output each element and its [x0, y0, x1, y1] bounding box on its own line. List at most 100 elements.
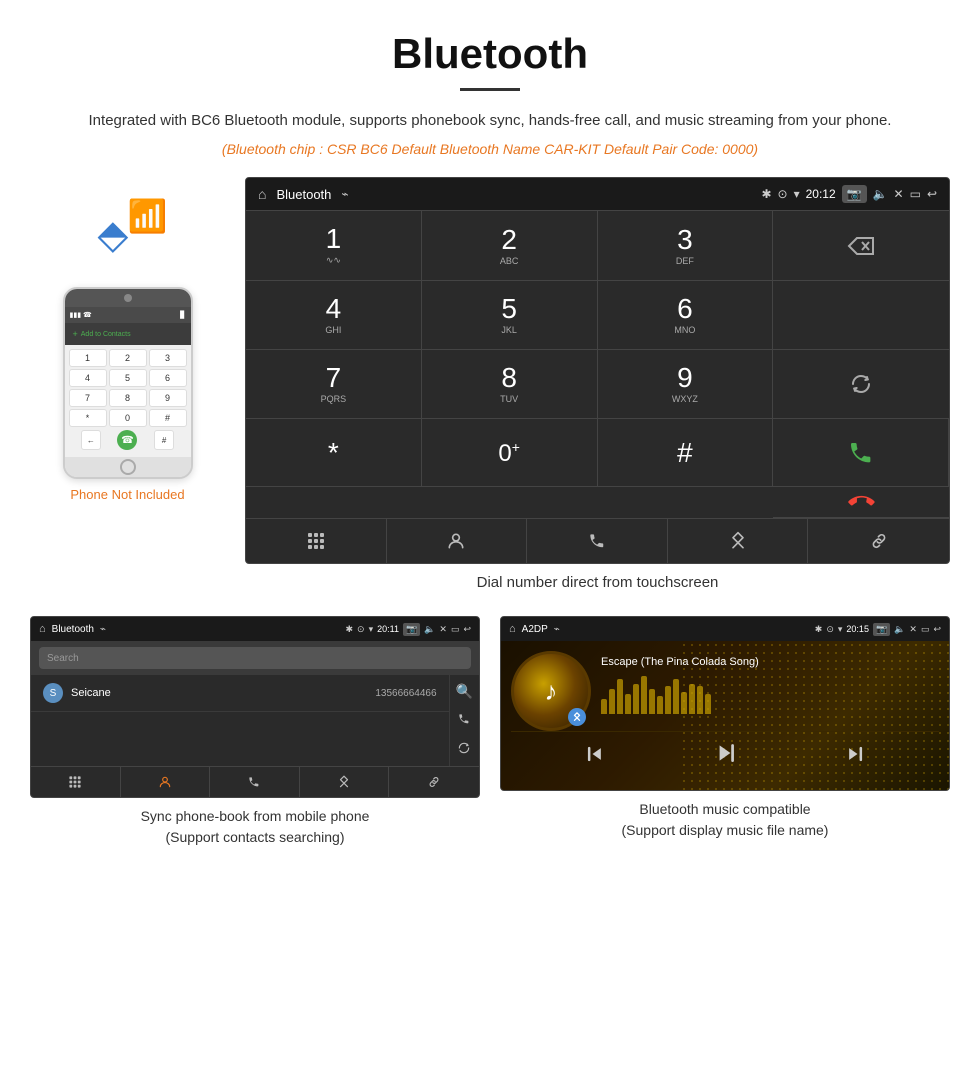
phonebook-search-bar[interactable]: Search	[39, 647, 471, 669]
dial-key-backspace[interactable]	[773, 211, 949, 281]
phone-key-hash[interactable]: #	[149, 409, 187, 427]
home-icon[interactable]: ⌂	[258, 186, 266, 202]
dial-key-8[interactable]: 8 TUV	[422, 350, 598, 419]
ms-back-icon[interactable]: ↩	[933, 624, 941, 635]
pb-toolbar-keypad[interactable]	[31, 767, 121, 797]
phone-key-4[interactable]: 4	[69, 369, 107, 387]
phone-key-star[interactable]: *	[69, 409, 107, 427]
dial-call-red-button[interactable]	[773, 487, 949, 518]
phone-key-5[interactable]: 5	[109, 369, 147, 387]
toolbar-bluetooth-button[interactable]	[668, 519, 809, 563]
volume-status-icon[interactable]: 🔈	[873, 187, 888, 201]
dial-key-0[interactable]: 0+	[422, 419, 598, 487]
music-content: ♪ Escape (The Pina Colada Song)	[501, 641, 949, 790]
pb-x-icon[interactable]: ✕	[439, 624, 447, 635]
pb-cam-icon[interactable]: 📷	[403, 623, 420, 636]
ms-x-icon[interactable]: ✕	[909, 624, 917, 635]
dial-caption: Dial number direct from touchscreen	[245, 574, 950, 591]
music-screen-wrap: ⌂ A2DP ⌁ ✱ ⊙ ▾ 20:15 📷 🔈 ✕ ▭ ↩	[500, 616, 950, 848]
music-top-row: ♪ Escape (The Pina Colada Song)	[511, 651, 939, 731]
dial-keypad: 1 ∿∿ 2 ABC 3 DEF	[246, 210, 949, 518]
toolbar-keypad-button[interactable]	[246, 519, 387, 563]
ms-vol-icon[interactable]: 🔈	[894, 624, 905, 635]
pb-home-icon[interactable]: ⌂	[39, 623, 46, 635]
phone-not-included-label: Phone Not Included	[70, 487, 184, 502]
phone-key-3[interactable]: 3	[149, 349, 187, 367]
pb-back-icon[interactable]: ↩	[463, 624, 471, 635]
toolbar-phone-button[interactable]	[527, 519, 668, 563]
toolbar-link-button[interactable]	[808, 519, 949, 563]
music-prev-button[interactable]	[585, 744, 605, 769]
eq-bar	[625, 694, 631, 714]
page-header: Bluetooth Integrated with BC6 Bluetooth …	[0, 0, 980, 167]
eq-bar	[705, 694, 711, 714]
eq-bar	[697, 686, 703, 714]
dial-key-1[interactable]: 1 ∿∿	[246, 211, 422, 281]
ms-home-icon[interactable]: ⌂	[509, 623, 516, 635]
dial-key-hash[interactable]: #	[598, 419, 774, 487]
pb-win-icon[interactable]: ▭	[451, 624, 460, 635]
phone-call-button[interactable]: ☎	[117, 430, 137, 450]
dial-call-green-button[interactable]	[773, 419, 949, 487]
status-time: 20:12	[806, 187, 836, 201]
dial-key-9[interactable]: 9 WXYZ	[598, 350, 774, 419]
eq-bar	[665, 686, 671, 714]
contact-name: Seicane	[71, 687, 375, 699]
dial-key-refresh[interactable]	[773, 350, 949, 419]
eq-bar	[681, 692, 687, 714]
camera-status-icon[interactable]: 📷	[842, 185, 867, 203]
phone-top-bar	[65, 289, 191, 307]
dial-key-2[interactable]: 2 ABC	[422, 211, 598, 281]
pb-vol-icon[interactable]: 🔈	[424, 624, 435, 635]
dial-key-3[interactable]: 3 DEF	[598, 211, 774, 281]
music-next-button[interactable]	[845, 744, 865, 769]
phone-home-button[interactable]	[120, 459, 136, 475]
dial-key-5[interactable]: 5 JKL	[422, 281, 598, 350]
pb-toolbar-link[interactable]	[389, 767, 479, 797]
toolbar-contacts-button[interactable]	[387, 519, 528, 563]
pb-search-icon[interactable]: 🔍	[456, 683, 473, 700]
phone-hash-button[interactable]: #	[154, 430, 174, 450]
pb-toolbar-phone[interactable]	[210, 767, 300, 797]
ms-cam-icon[interactable]: 📷	[873, 623, 890, 636]
pb-toolbar-user[interactable]	[121, 767, 211, 797]
dial-key-empty-1	[773, 281, 949, 350]
pb-refresh-icon[interactable]	[457, 741, 471, 758]
phone-status-bar: ▮▮▮ ☎ ▊	[65, 307, 191, 323]
music-caption: Bluetooth music compatible(Support displ…	[622, 799, 829, 841]
phone-key-7[interactable]: 7	[69, 389, 107, 407]
ms-loc-icon: ⊙	[826, 624, 834, 635]
phone-key-9[interactable]: 9	[149, 389, 187, 407]
phone-key-2[interactable]: 2	[109, 349, 147, 367]
dial-key-6[interactable]: 6 MNO	[598, 281, 774, 350]
dial-key-7[interactable]: 7 PQRS	[246, 350, 422, 419]
phonebook-contact-seicane[interactable]: S Seicane 13566664466	[31, 675, 449, 712]
phone-home-bar	[65, 457, 191, 477]
dial-key-star[interactable]: *	[246, 419, 422, 487]
x-status-icon[interactable]: ✕	[894, 187, 904, 201]
bottom-section: ⌂ Bluetooth ⌁ ✱ ⊙ ▾ 20:11 📷 🔈 ✕ ▭ ↩	[0, 601, 980, 868]
bluetooth-logo-icon: ⬘	[98, 212, 129, 258]
pb-call-icon[interactable]	[457, 712, 471, 729]
ms-win-icon[interactable]: ▭	[921, 624, 930, 635]
ms-status-right: ✱ ⊙ ▾ 20:15 📷 🔈 ✕ ▭ ↩	[815, 623, 941, 636]
phone-key-0[interactable]: 0	[109, 409, 147, 427]
music-play-pause-button[interactable]	[712, 740, 738, 772]
dial-app-name: Bluetooth	[276, 187, 331, 202]
phone-key-1[interactable]: 1	[69, 349, 107, 367]
phone-key-6[interactable]: 6	[149, 369, 187, 387]
phone-keypad: 1 2 3 4 5 6 7 8 9 * 0 # ← ☎ #	[65, 345, 191, 457]
music-screen: ⌂ A2DP ⌁ ✱ ⊙ ▾ 20:15 📷 🔈 ✕ ▭ ↩	[500, 616, 950, 791]
phone-camera	[124, 294, 132, 302]
pb-app-name: Bluetooth	[52, 624, 94, 635]
phone-key-8[interactable]: 8	[109, 389, 147, 407]
ms-usb-icon: ⌁	[554, 624, 560, 635]
dial-key-4[interactable]: 4 GHI	[246, 281, 422, 350]
window-status-icon[interactable]: ▭	[910, 187, 921, 201]
phone-side: 📶 ⬘ ▮▮▮ ☎ ▊ Add to Contacts 1 2 3 4	[30, 177, 225, 502]
pb-toolbar-bt[interactable]	[300, 767, 390, 797]
phone-back-button[interactable]: ←	[81, 430, 101, 450]
phonebook-list: S Seicane 13566664466	[31, 675, 449, 766]
back-status-icon[interactable]: ↩	[927, 187, 937, 201]
dial-screen-mockup: ⌂ Bluetooth ⌁ ✱ ⊙ ▾ 20:12 📷 🔈 ✕ ▭ ↩	[245, 177, 950, 564]
